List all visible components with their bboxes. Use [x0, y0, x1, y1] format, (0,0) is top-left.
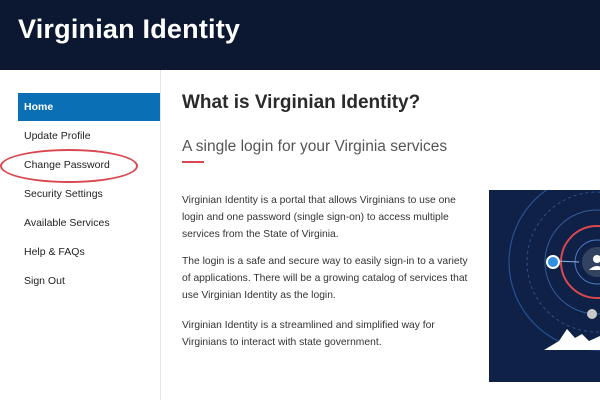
sidebar-item-available-services[interactable]: Available Services — [18, 209, 160, 237]
network-graphic — [489, 190, 600, 382]
sidebar-nav: Home Update Profile Change Password Secu… — [0, 70, 161, 400]
page-title: What is Virginian Identity? — [182, 92, 421, 113]
intro-paragraph-2: The login is a safe and secure way to ea… — [182, 256, 468, 301]
highlight-circle-annotation — [0, 149, 138, 183]
sidebar-item-update-profile[interactable]: Update Profile — [18, 122, 160, 150]
sidebar-item-security-settings[interactable]: Security Settings — [18, 180, 160, 208]
hero-illustration — [489, 190, 600, 382]
sidebar-item-help-faqs[interactable]: Help & FAQs — [18, 238, 160, 266]
intro-paragraph-3: Virginian Identity is a streamlined and … — [182, 320, 435, 348]
subtitle-underline — [182, 161, 204, 163]
page-subtitle: A single login for your Virginia service… — [182, 138, 448, 155]
sidebar-item-sign-out[interactable]: Sign Out — [18, 267, 160, 295]
top-header: Virginian Identity — [0, 0, 600, 70]
intro-paragraph-1: Virginian Identity is a portal that allo… — [182, 195, 456, 240]
sidebar-item-home[interactable]: Home — [18, 93, 160, 121]
brand-title[interactable]: Virginian Identity — [18, 14, 240, 45]
node-dot — [546, 255, 560, 269]
